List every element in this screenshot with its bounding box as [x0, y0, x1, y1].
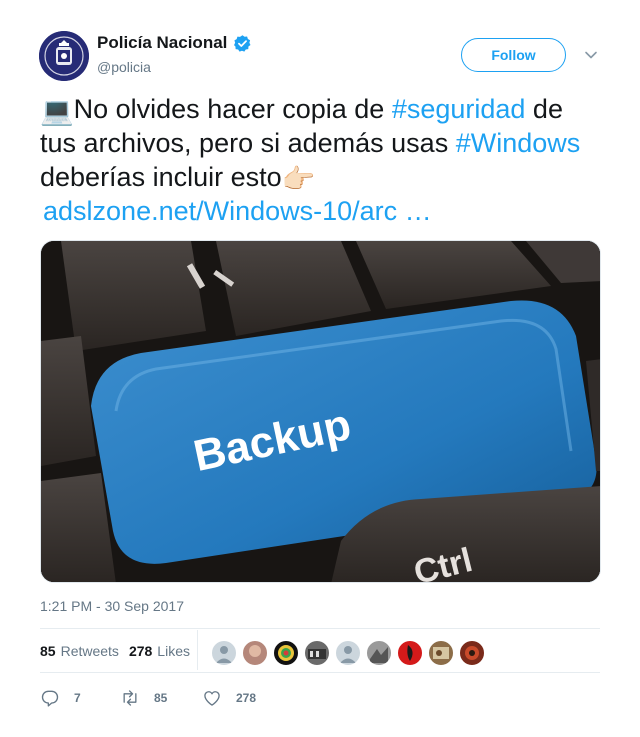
liker-avatar[interactable]	[211, 640, 237, 666]
likes-stat[interactable]: 278 Likes	[129, 643, 190, 659]
likers-avatars	[211, 640, 490, 666]
tweet-url-link[interactable]: adslzone.net/Windows-10/arc …	[43, 196, 432, 226]
pointing-hand-emoji: 👉🏻	[281, 163, 316, 194]
tweet-text-part: de	[525, 94, 563, 124]
divider	[40, 628, 600, 629]
retweets-label: Retweets	[60, 643, 119, 659]
follow-button[interactable]: Follow	[461, 38, 566, 72]
liker-avatar[interactable]	[242, 640, 268, 666]
account-name[interactable]: Policía Nacional	[97, 33, 227, 53]
tweet-text-part: tus archivos, pero si además usas	[40, 128, 456, 158]
tweet-line-4: adslzone.net/Windows-10/arc …	[40, 194, 610, 228]
tweet-line-3: deberías incluir esto👉🏻	[40, 160, 610, 194]
avatar[interactable]	[39, 31, 89, 81]
reply-button[interactable]: 7	[40, 688, 120, 708]
chevron-down-icon[interactable]	[584, 48, 598, 62]
retweets-stat[interactable]: 85 Retweets	[40, 643, 119, 659]
liker-avatar[interactable]	[335, 640, 361, 666]
heart-icon	[204, 691, 220, 706]
account-name-row[interactable]: Policía Nacional	[97, 33, 252, 53]
tweet-actions: 7 85 278	[40, 688, 256, 708]
retweet-icon	[123, 690, 137, 706]
account-handle[interactable]: @policia	[97, 59, 151, 75]
stats-separator	[197, 630, 198, 670]
like-button[interactable]: 278	[202, 688, 256, 708]
like-count: 278	[236, 691, 257, 705]
engagement-stats: 85 Retweets 278 Likes	[40, 643, 200, 659]
hashtag-seguridad-link[interactable]: #seguridad	[392, 94, 526, 124]
liker-avatar[interactable]	[428, 640, 454, 666]
verified-badge-icon	[234, 34, 251, 52]
liker-avatar[interactable]	[273, 640, 299, 666]
tweet-line-1: 💻No olvides hacer copia de #seguridad de	[40, 92, 610, 126]
likes-count: 278	[128, 643, 153, 659]
tweet-line-2: tus archivos, pero si además usas #Windo…	[40, 126, 610, 160]
hashtag-windows-link[interactable]: #Windows	[456, 128, 581, 158]
retweet-count: 85	[154, 691, 168, 705]
tweet-text-part: deberías incluir esto	[40, 162, 282, 192]
reply-count: 7	[74, 691, 81, 705]
tweet-media-image[interactable]: Backup Ctrl	[40, 240, 601, 583]
retweets-count: 85	[40, 643, 56, 659]
divider	[40, 672, 600, 673]
liker-avatar[interactable]	[304, 640, 330, 666]
tweet-timestamp[interactable]: 1:21 PM - 30 Sep 2017	[40, 598, 184, 614]
liker-avatar[interactable]	[397, 640, 423, 666]
liker-avatar[interactable]	[459, 640, 485, 666]
tweet-text-part: No olvides hacer copia de	[73, 94, 392, 124]
liker-avatar[interactable]	[366, 640, 392, 666]
likes-label: Likes	[157, 643, 190, 659]
retweet-button[interactable]: 85	[120, 688, 202, 708]
reply-icon	[41, 690, 59, 707]
laptop-emoji: 💻	[40, 95, 74, 126]
tweet-text: 💻No olvides hacer copia de #seguridad de…	[40, 92, 610, 228]
